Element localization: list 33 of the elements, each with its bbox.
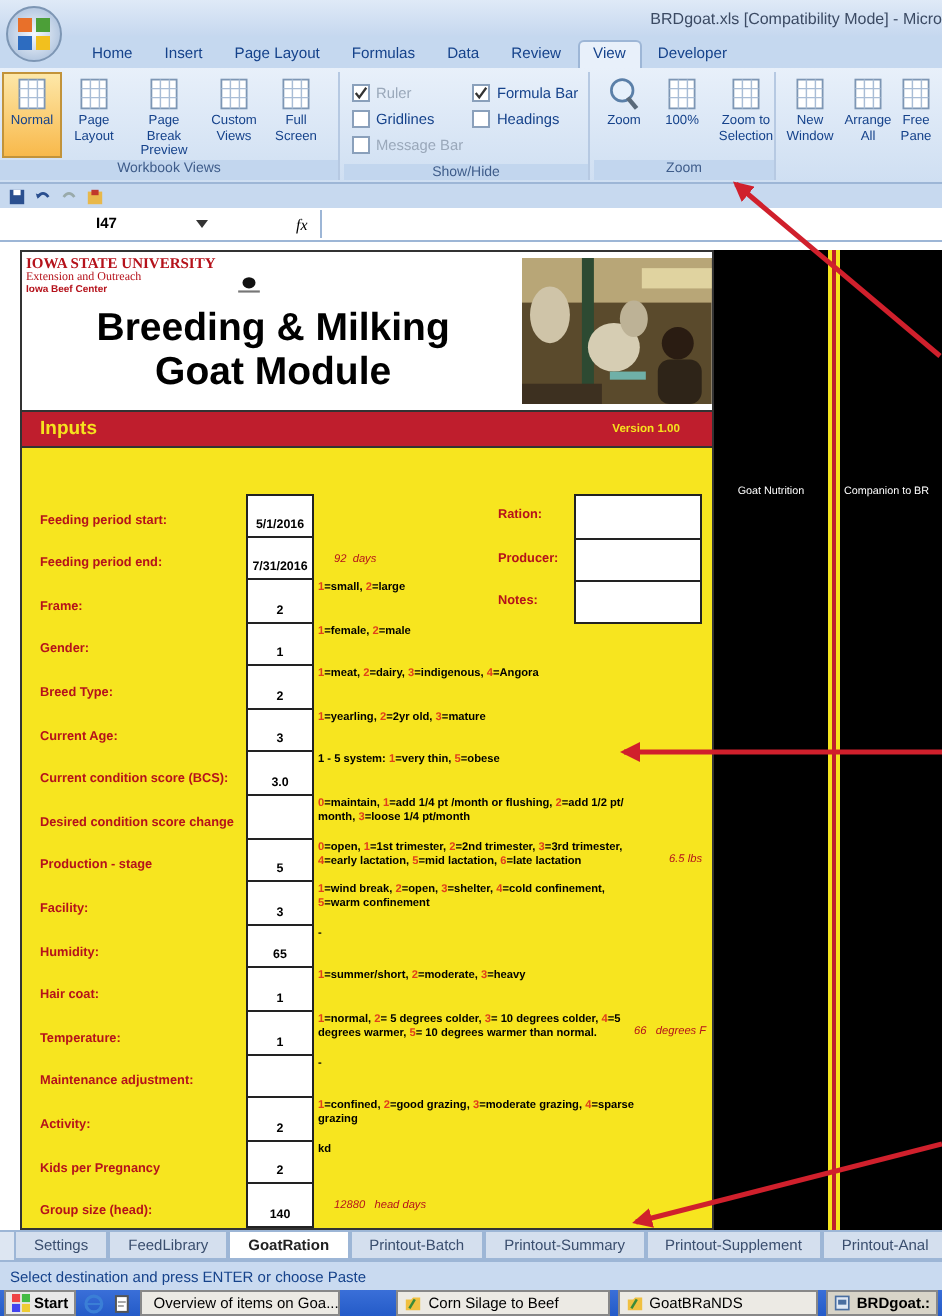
flag-icon <box>12 1294 30 1312</box>
value-cell[interactable] <box>246 796 314 840</box>
checkmark-icon <box>354 86 368 100</box>
window-title: BRDgoat.xls [Compatibility Mode] - Micro <box>650 9 942 27</box>
text-cell[interactable] <box>574 493 702 537</box>
page-icon <box>14 76 50 112</box>
text-cell[interactable] <box>574 580 702 624</box>
function-button[interactable]: fx <box>292 215 312 233</box>
page-icon <box>216 76 252 112</box>
page-icon <box>792 76 828 112</box>
paste-icon[interactable] <box>86 187 104 205</box>
page-icon <box>728 76 764 112</box>
folder-icon <box>404 1294 423 1312</box>
section-title: Inputs <box>40 418 97 441</box>
page-icon <box>664 76 700 112</box>
document-icon[interactable] <box>111 1293 132 1313</box>
folder-icon <box>625 1294 644 1312</box>
squares-icon <box>14 14 54 54</box>
window-icon <box>834 1294 851 1312</box>
save-icon[interactable] <box>8 187 26 205</box>
seal-icon <box>235 276 262 294</box>
page-icon <box>278 76 314 112</box>
text-cell[interactable] <box>574 537 702 581</box>
undo-icon[interactable] <box>34 187 52 205</box>
page-icon <box>76 76 112 112</box>
magnifier-icon <box>606 76 642 112</box>
page-icon <box>898 76 934 112</box>
value-cell[interactable] <box>246 1055 314 1099</box>
page-icon <box>146 76 182 112</box>
checkmark-icon <box>474 86 489 100</box>
module-title: Breeding & Milking Goat Module <box>94 304 452 394</box>
page-icon <box>850 76 886 112</box>
caret-icon[interactable] <box>196 220 208 228</box>
